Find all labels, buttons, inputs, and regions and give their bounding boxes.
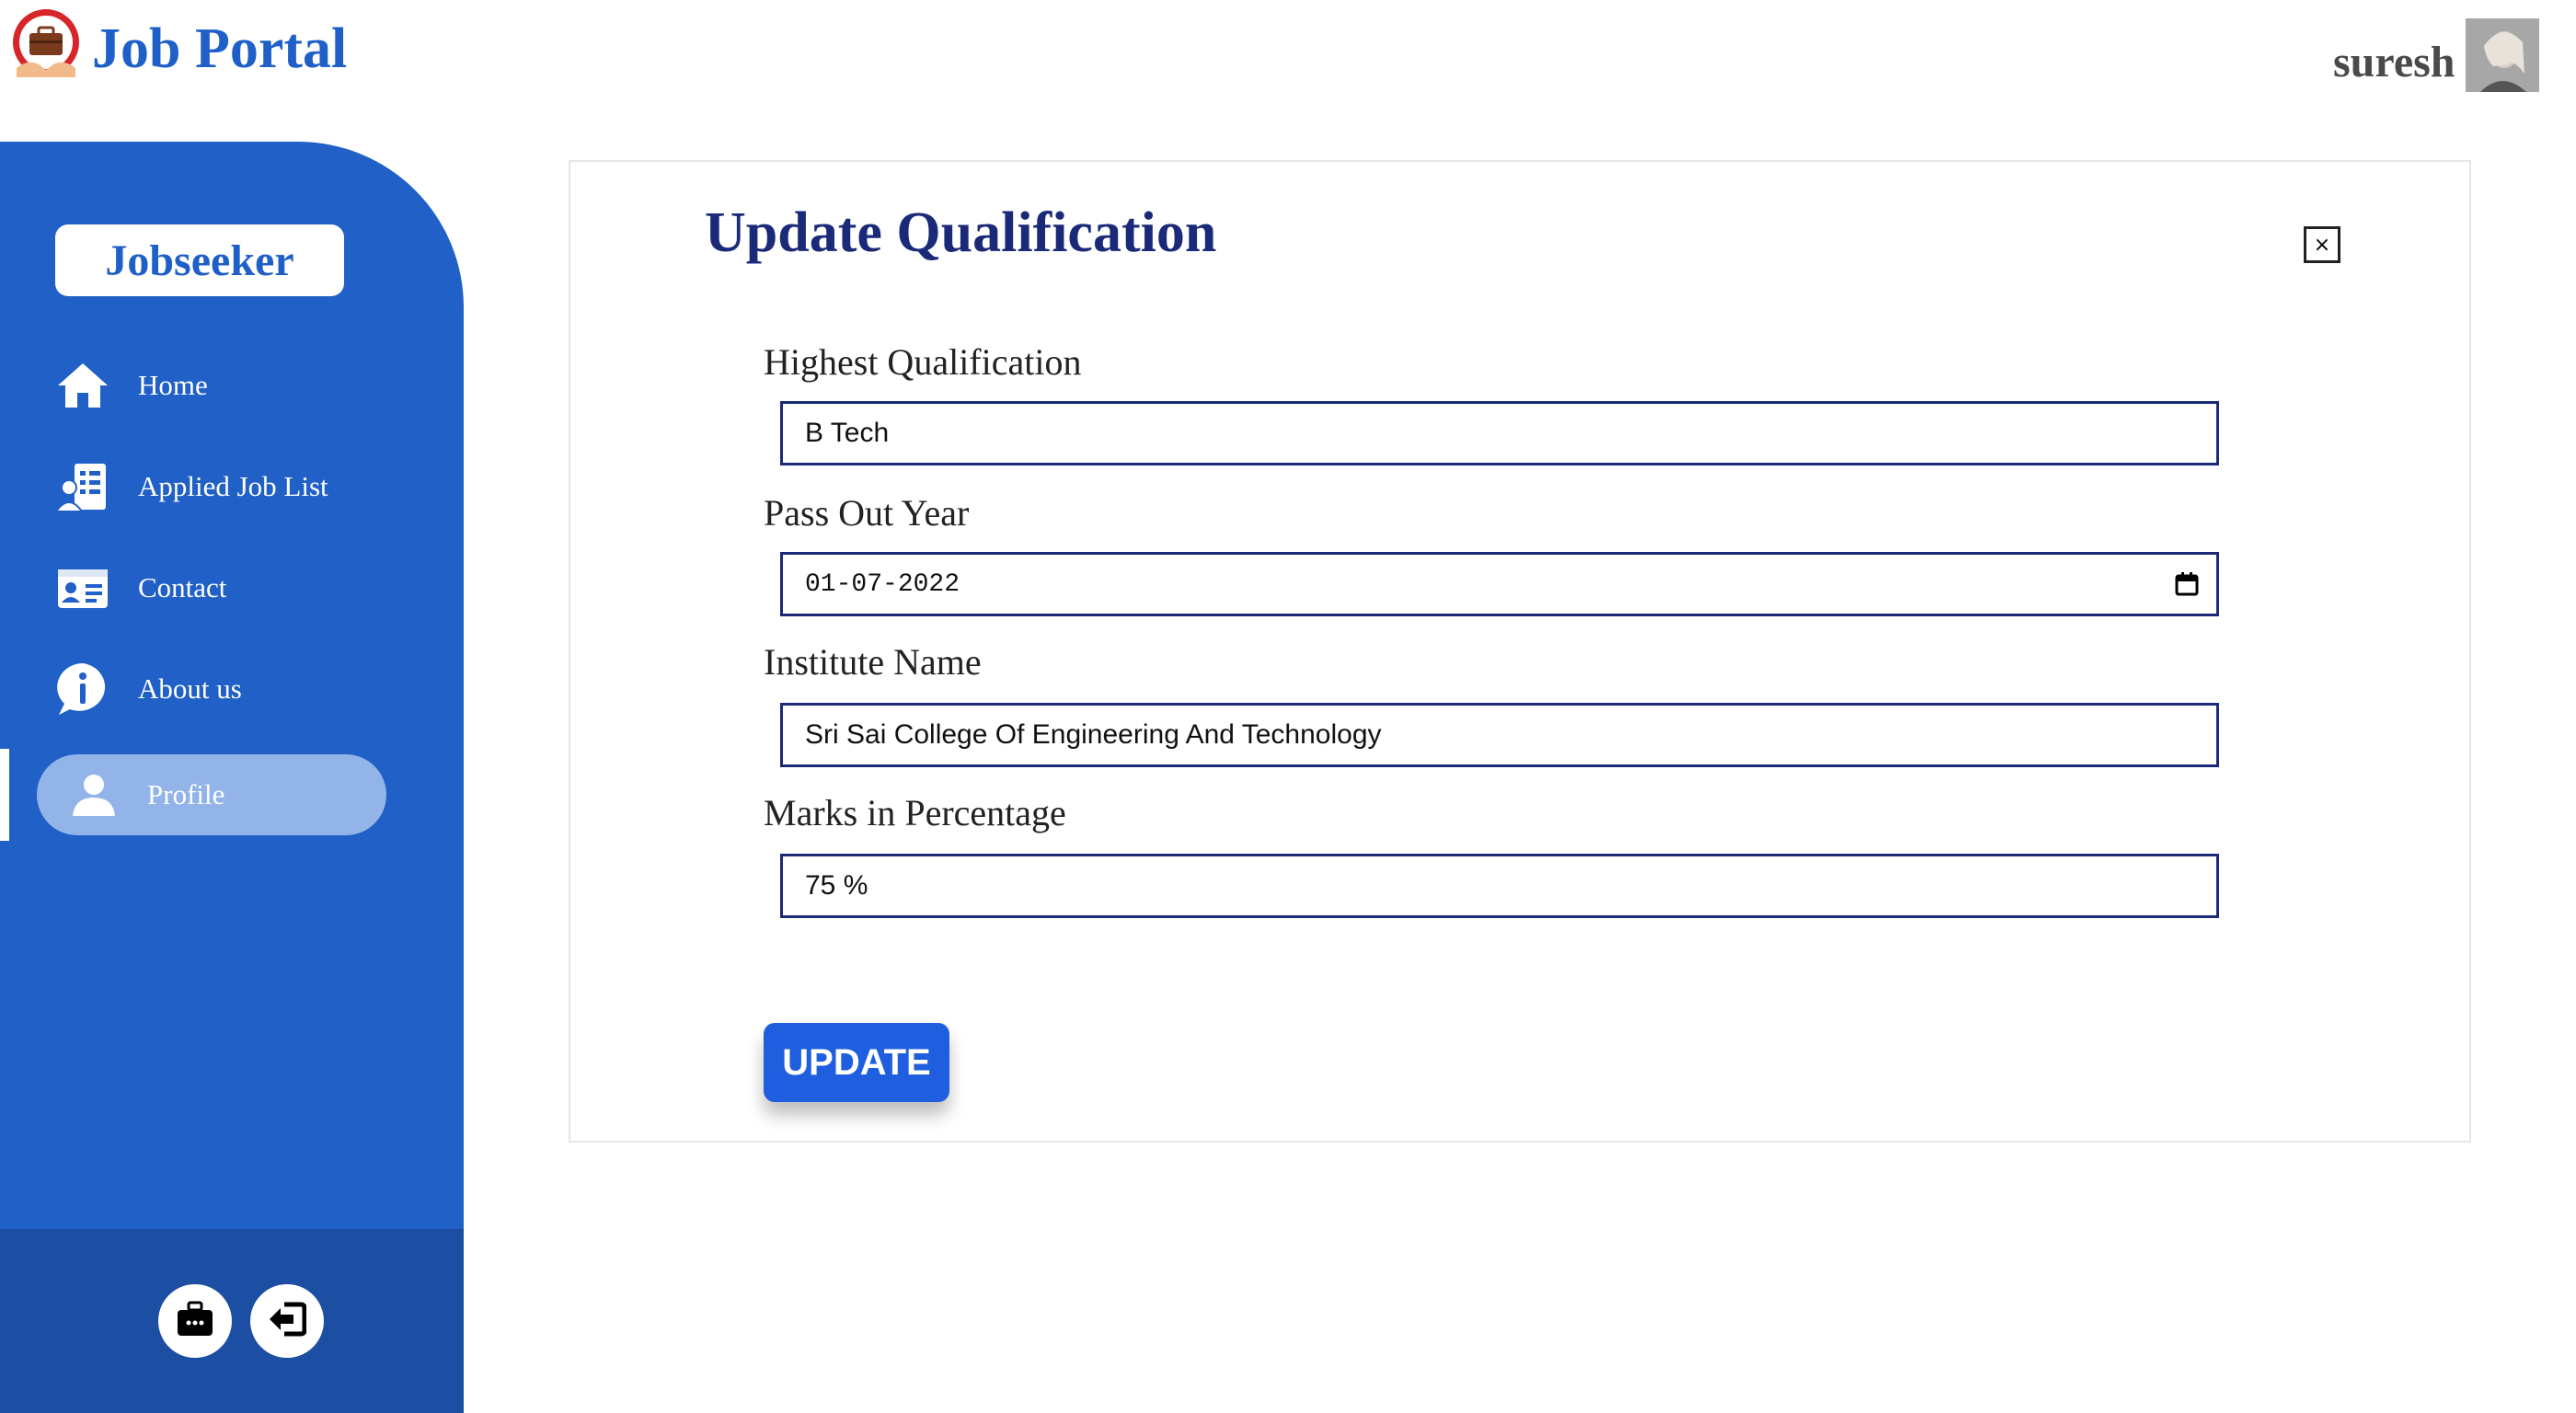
- highest-qualification-input[interactable]: B Tech: [780, 401, 2219, 465]
- calendar-icon[interactable]: [2174, 571, 2200, 597]
- top-header: Job Portal suresh: [0, 0, 2576, 138]
- user-icon: [66, 767, 121, 822]
- sidebar-item-applied-job-list[interactable]: Applied Job List: [0, 445, 464, 528]
- sidebar-item-profile[interactable]: Profile: [0, 753, 464, 836]
- sidebar-item-about-us[interactable]: About us: [0, 648, 464, 730]
- institute-name-label: Institute Name: [764, 641, 982, 683]
- logout-button[interactable]: [250, 1284, 324, 1358]
- info-icon: [55, 661, 110, 717]
- close-button[interactable]: ×: [2304, 226, 2340, 263]
- home-icon: [55, 358, 110, 413]
- sidebar-item-label: Profile: [147, 778, 225, 810]
- marks-percentage-input[interactable]: 75 %: [780, 854, 2219, 918]
- job-portal-logo-icon[interactable]: [7, 7, 85, 85]
- input-value: B Tech: [805, 418, 890, 448]
- contact-card-icon: [55, 560, 110, 615]
- page-title: Update Qualification: [705, 201, 1217, 264]
- role-badge: Jobseeker: [55, 224, 344, 296]
- applied-list-icon: [55, 459, 110, 514]
- sidebar-item-home[interactable]: Home: [0, 344, 464, 427]
- sidebar-item-contact[interactable]: Contact: [0, 546, 464, 629]
- sidebar-item-label: About us: [138, 672, 242, 705]
- input-value: Sri Sai College Of Engineering And Techn…: [805, 719, 1382, 750]
- sidebar: Jobseeker Home Applied Job List Contact …: [0, 142, 464, 1413]
- pass-out-year-label: Pass Out Year: [764, 492, 970, 534]
- sidebar-item-label: Home: [138, 369, 208, 401]
- briefcase-icon: [176, 1301, 214, 1342]
- institute-name-input[interactable]: Sri Sai College Of Engineering And Techn…: [780, 703, 2219, 767]
- input-value: 01-07-2022: [805, 569, 960, 599]
- sidebar-item-label: Contact: [138, 571, 227, 603]
- user-avatar[interactable]: [2466, 18, 2539, 92]
- update-qualification-card: Update Qualification × Highest Qualifica…: [569, 160, 2471, 1143]
- logout-icon: [268, 1301, 307, 1342]
- sidebar-item-label: Applied Job List: [138, 470, 328, 502]
- user-name[interactable]: suresh: [2333, 37, 2455, 87]
- app-title[interactable]: Job Portal: [92, 17, 347, 82]
- sidebar-footer: [0, 1229, 464, 1413]
- highest-qualification-label: Highest Qualification: [764, 341, 1082, 383]
- marks-percentage-label: Marks in Percentage: [764, 792, 1066, 833]
- briefcase-button[interactable]: [158, 1284, 232, 1358]
- input-value: 75 %: [805, 870, 868, 901]
- pass-out-year-date-input[interactable]: 01-07-2022: [780, 552, 2219, 616]
- update-button[interactable]: UPDATE: [764, 1023, 949, 1102]
